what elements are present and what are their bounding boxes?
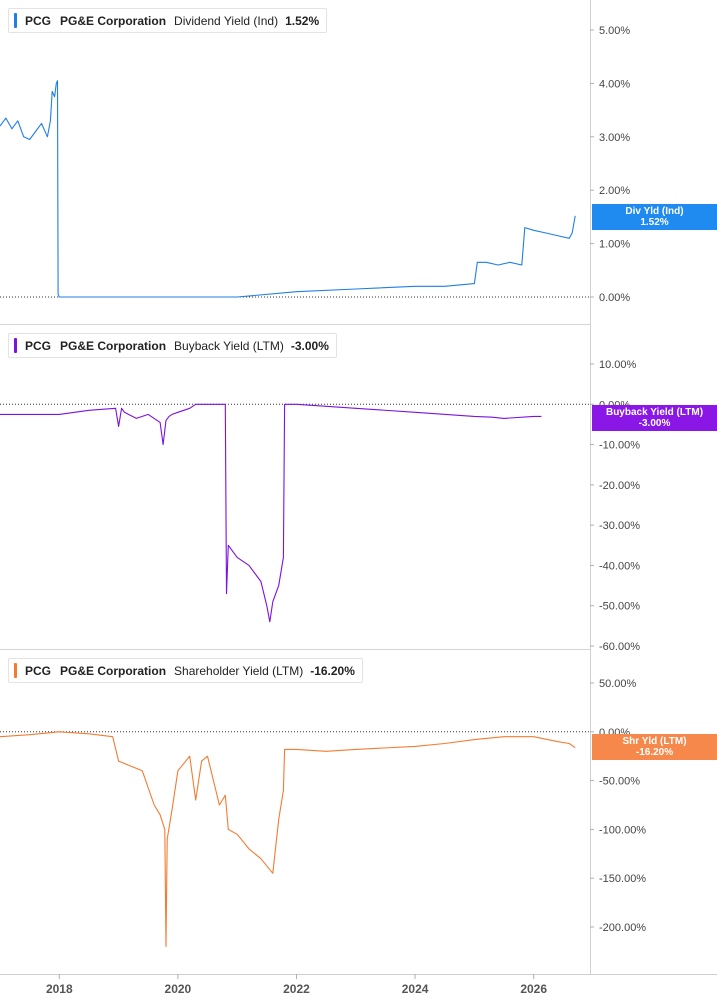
y-tick-label: 50.00% — [599, 678, 637, 690]
legend-swatch-shareholder — [14, 663, 17, 678]
series-line-0 — [0, 80, 576, 298]
legend-dividend-yield: PCG PG&E Corporation Dividend Yield (Ind… — [8, 8, 328, 33]
axis-tag-value: 1.52% — [640, 217, 669, 228]
y-tick-label: 4.00% — [599, 78, 630, 90]
y-tick-label: 0.00% — [599, 292, 630, 304]
series-line-2 — [0, 731, 576, 948]
axis-tag-buyback: Buyback Yield (LTM) -3.00% — [592, 405, 717, 431]
x-tick-label: 2020 — [165, 982, 192, 996]
legend-company: PG&E Corporation — [60, 338, 167, 353]
legend-company: PG&E Corporation — [60, 663, 167, 678]
axis-tag-shareholder: Shr Yld (LTM) -16.20% — [592, 734, 717, 760]
y-tick-label: -150.00% — [599, 873, 646, 885]
y-tick-label: 3.00% — [599, 132, 630, 144]
axis-tag-label: Div Yld (Ind) — [625, 206, 684, 217]
legend-metric: Shareholder Yield (LTM) — [174, 663, 304, 678]
legend-value: 1.52% — [285, 13, 320, 28]
legend-swatch-buyback — [14, 338, 17, 353]
axis-tag-label: Buyback Yield (LTM) — [605, 407, 704, 418]
legend-metric: Buyback Yield (LTM) — [174, 338, 284, 353]
y-tick-label: -10.00% — [599, 440, 640, 452]
legend-company: PG&E Corporation — [60, 13, 167, 28]
legend-buyback-yield: PCG PG&E Corporation Buyback Yield (LTM)… — [8, 333, 337, 358]
y-tick-label: -50.00% — [599, 601, 640, 613]
y-tick-label: 5.00% — [599, 25, 630, 37]
legend-value: -3.00% — [290, 338, 329, 353]
y-tick-label: 1.00% — [599, 239, 630, 251]
x-tick-label: 2024 — [402, 982, 429, 996]
yield-charts: 5.00%4.00%3.00%2.00%1.00%0.00%10.00%0.00… — [0, 0, 717, 996]
y-tick-label: -200.00% — [599, 922, 646, 934]
x-tick-label: 2018 — [46, 982, 73, 996]
legend-swatch-dividend — [14, 13, 17, 28]
legend-ticker: PCG — [25, 663, 52, 678]
legend-metric: Dividend Yield (Ind) — [174, 13, 279, 28]
y-tick-label: 2.00% — [599, 185, 630, 197]
legend-value: -16.20% — [310, 663, 355, 678]
y-tick-label: -60.00% — [599, 641, 640, 653]
y-tick-label: 10.00% — [599, 359, 637, 371]
axis-tag-value: -16.20% — [635, 747, 674, 758]
axis-tag-value: -3.00% — [638, 418, 671, 429]
series-line-1 — [0, 403, 542, 623]
axis-tag-label: Shr Yld (LTM) — [622, 736, 687, 747]
y-tick-label: -40.00% — [599, 560, 640, 572]
legend-shareholder-yield: PCG PG&E Corporation Shareholder Yield (… — [8, 658, 363, 683]
y-tick-label: -100.00% — [599, 824, 646, 836]
x-tick-label: 2022 — [283, 982, 310, 996]
y-tick-label: -30.00% — [599, 520, 640, 532]
x-tick-label: 2026 — [520, 982, 547, 996]
axis-tag-dividend: Div Yld (Ind) 1.52% — [592, 204, 717, 230]
y-tick-label: -20.00% — [599, 480, 640, 492]
legend-ticker: PCG — [25, 338, 52, 353]
y-tick-label: -50.00% — [599, 776, 640, 788]
legend-ticker: PCG — [25, 13, 52, 28]
